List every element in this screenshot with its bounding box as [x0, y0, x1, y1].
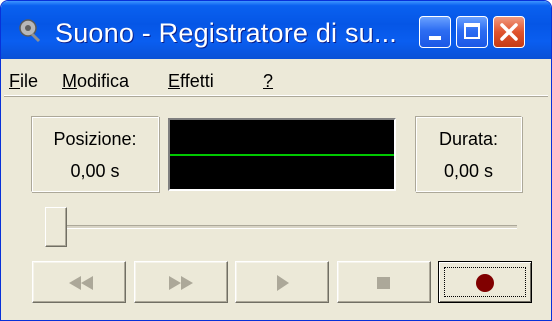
menu-modifica-accel: M: [62, 71, 77, 91]
waveform-display: [168, 118, 396, 191]
sound-recorder-window: Suono - Registratore di su... File Modif…: [0, 0, 552, 321]
menu-bar: File Modifica Effetti ?: [4, 63, 548, 96]
minimize-button[interactable]: [419, 16, 451, 48]
play-button[interactable]: [235, 261, 329, 303]
waveform-line: [170, 154, 394, 156]
menu-effetti-rest: ffetti: [180, 71, 214, 91]
maximize-button[interactable]: [456, 16, 488, 48]
menu-modifica[interactable]: Modifica: [62, 71, 129, 92]
duration-value: 0,00 s: [443, 161, 494, 181]
maximize-icon: [464, 23, 480, 39]
fast-forward-button[interactable]: [134, 261, 228, 303]
menu-file-accel: F: [9, 71, 20, 91]
menu-help[interactable]: ?: [263, 71, 273, 92]
fast-forward-icon: [169, 276, 193, 290]
window-title: Suono - Registratore di su...: [55, 18, 397, 48]
rewind-button[interactable]: [32, 261, 126, 303]
duration-label: Durata:: [438, 129, 499, 149]
minimize-icon: [429, 36, 441, 40]
position-value: 0,00 s: [70, 161, 120, 181]
seek-slider-track[interactable]: [47, 225, 517, 229]
menu-file-rest: ile: [20, 71, 39, 91]
stop-icon: [377, 277, 390, 289]
rewind-icon: [69, 276, 93, 290]
close-icon: [500, 23, 518, 41]
play-icon: [277, 275, 289, 291]
menu-modifica-rest: odifica: [77, 71, 130, 91]
sound-recorder-app-icon: [19, 19, 41, 43]
record-icon: [476, 274, 494, 292]
title-bar[interactable]: Suono - Registratore di su...: [1, 1, 551, 59]
stop-button[interactable]: [337, 261, 431, 303]
seek-slider-thumb[interactable]: [45, 207, 67, 247]
position-label: Posizione:: [53, 129, 137, 149]
record-button[interactable]: [438, 261, 532, 303]
menu-effetti[interactable]: Effetti: [168, 71, 214, 92]
menu-file[interactable]: File: [9, 71, 38, 92]
menu-effetti-accel: E: [168, 71, 181, 91]
duration-panel: Durata: 0,00 s: [415, 116, 522, 192]
position-panel: Posizione: 0,00 s: [31, 116, 159, 192]
close-button[interactable]: [493, 16, 525, 48]
menu-help-label: ?: [263, 71, 274, 91]
